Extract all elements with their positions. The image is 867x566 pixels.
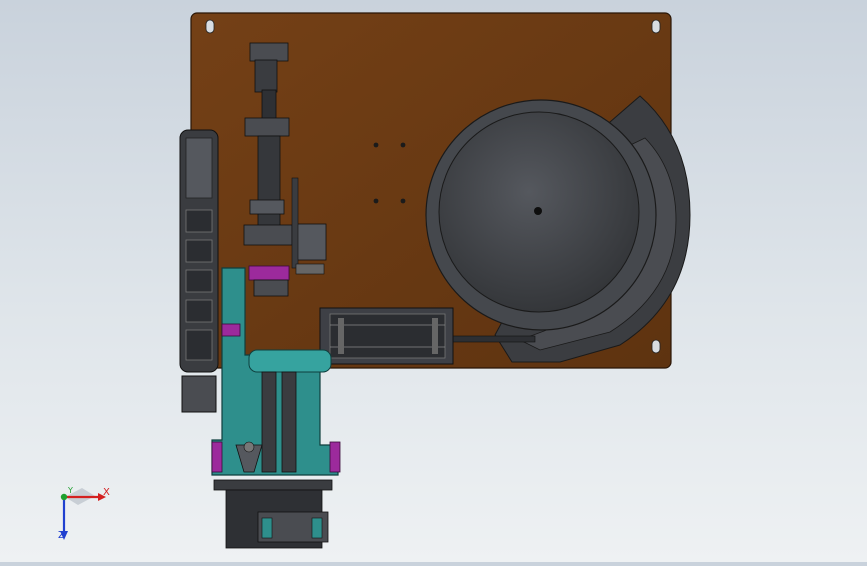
mounting-slot bbox=[205, 19, 215, 34]
cylinder-end-cap bbox=[432, 318, 438, 354]
motor-block[interactable] bbox=[181, 375, 217, 413]
cylinder-end-cap bbox=[338, 318, 344, 354]
mounting-slot bbox=[651, 339, 661, 354]
guide-rail[interactable] bbox=[281, 371, 297, 473]
discharge-rail[interactable] bbox=[444, 335, 536, 343]
x-axis-label: X bbox=[103, 487, 110, 498]
plate-hole bbox=[400, 198, 406, 204]
belt-track[interactable] bbox=[179, 129, 219, 413]
cad-3d-viewport[interactable]: X Y Z bbox=[0, 0, 867, 562]
guide-rail[interactable] bbox=[261, 371, 277, 473]
teal-crossbar[interactable] bbox=[248, 349, 332, 373]
y-axis-point bbox=[60, 493, 68, 501]
y-axis-label: Y bbox=[68, 486, 73, 495]
plate-hole bbox=[373, 142, 379, 148]
plate-hole bbox=[373, 198, 379, 204]
bowl-center-hole bbox=[534, 207, 542, 215]
axis-triad bbox=[60, 488, 106, 540]
plate-hole bbox=[400, 142, 406, 148]
assembly-drawing[interactable] bbox=[0, 0, 867, 562]
linear-cylinder[interactable] bbox=[319, 307, 454, 365]
mounting-slot bbox=[651, 19, 661, 34]
z-axis-label: Z bbox=[58, 530, 65, 541]
bottom-unit[interactable] bbox=[213, 479, 333, 549]
